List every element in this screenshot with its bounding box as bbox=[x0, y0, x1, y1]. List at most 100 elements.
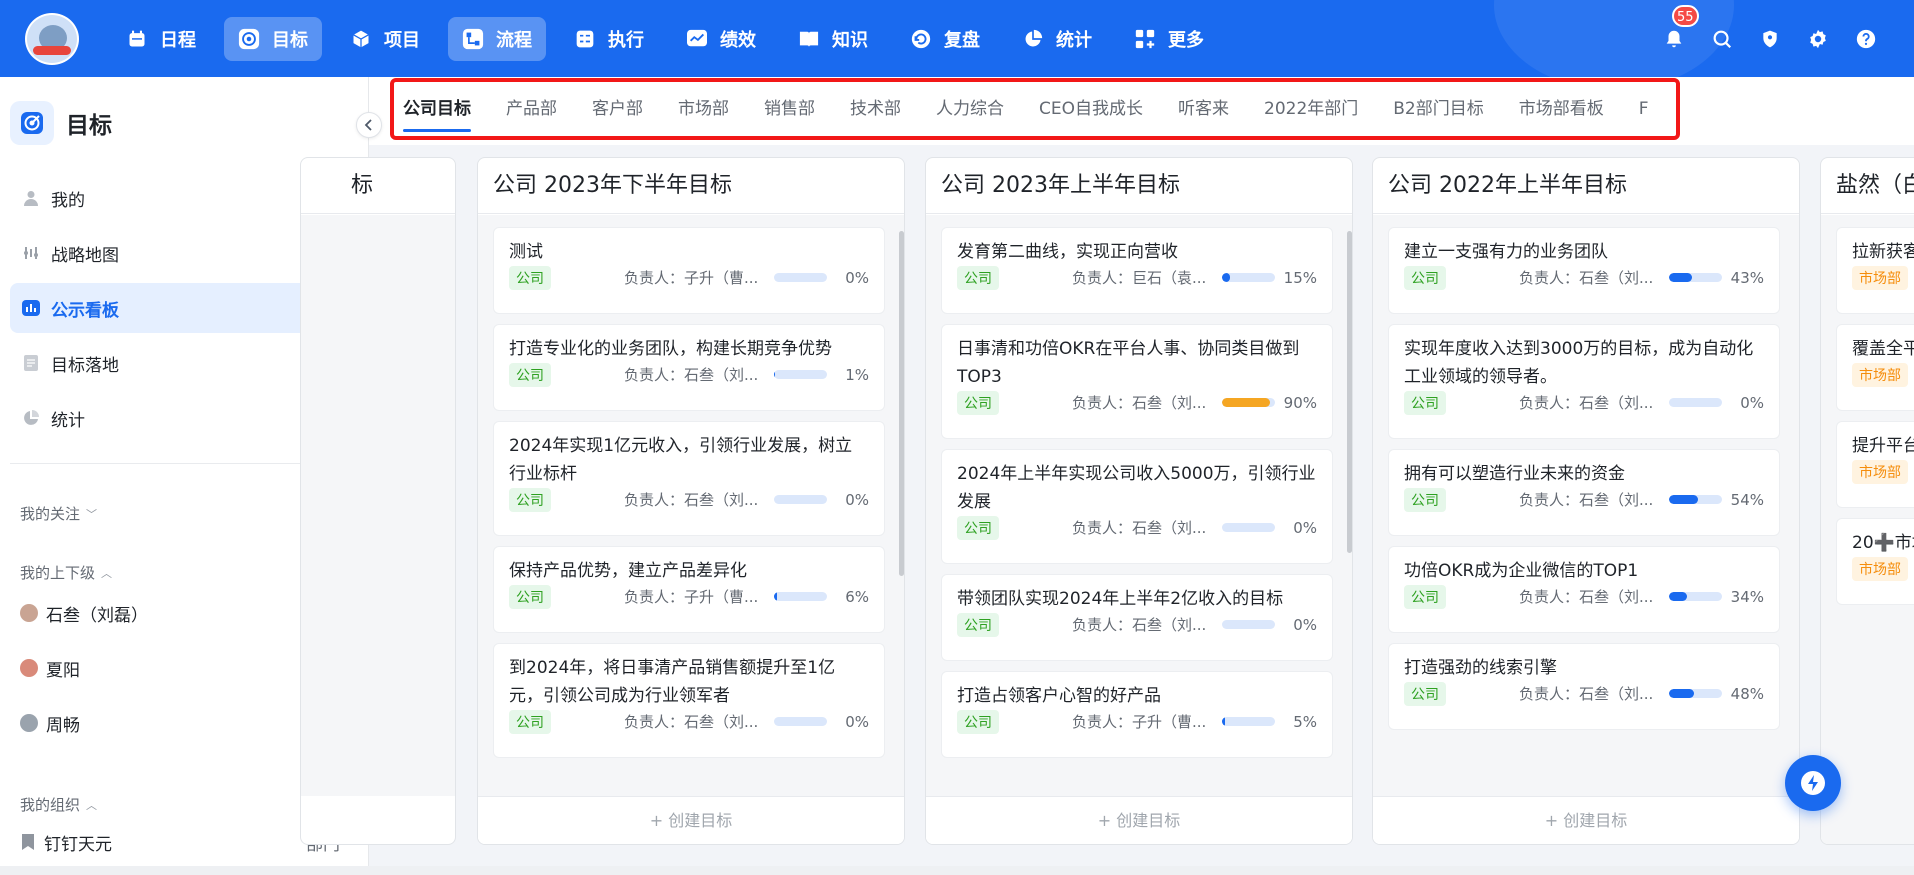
board-column: 公司 2023年上半年目标 发育第二曲线，实现正向营收 公司 负责人：巨石（袁... 1… bbox=[925, 157, 1353, 845]
nav-item-0[interactable]: 日程 bbox=[112, 17, 210, 61]
chevron-up-icon: ︿ bbox=[86, 798, 98, 812]
tab-2[interactable]: 客户部 bbox=[592, 82, 643, 136]
goal-card[interactable]: 带领团队实现2024年上半年2亿收入的目标 公司 负责人：石叁（刘... 0% bbox=[941, 574, 1333, 661]
shield-icon[interactable] bbox=[1758, 27, 1782, 51]
org-section[interactable]: 我的组织 ︿ bbox=[20, 794, 97, 815]
flow-icon bbox=[462, 28, 484, 50]
nav-item-label: 日程 bbox=[160, 29, 196, 51]
goal-progress-bar bbox=[1669, 273, 1722, 282]
nav-item-label: 绩效 bbox=[720, 29, 756, 51]
sidebar-collapse-button[interactable] bbox=[356, 112, 382, 138]
tab-11[interactable]: 市场部看板 bbox=[1519, 82, 1604, 136]
nav-item-9[interactable]: 更多 bbox=[1120, 17, 1218, 61]
column-scrollbar[interactable] bbox=[899, 231, 904, 576]
goal-progress-percent: 1% bbox=[845, 365, 869, 384]
goal-tag: 公司 bbox=[1404, 265, 1446, 290]
goal-progress-bar bbox=[1669, 398, 1722, 407]
person-item[interactable]: 夏阳下级 bbox=[20, 653, 340, 683]
goal-progress-bar bbox=[1669, 495, 1722, 504]
goal-meta: 市场部 bbox=[1837, 265, 1914, 302]
nav-item-2[interactable]: 项目 bbox=[336, 17, 434, 61]
nav-item-5[interactable]: 绩效 bbox=[672, 17, 770, 61]
nav-item-8[interactable]: 统计 bbox=[1008, 17, 1106, 61]
goal-card[interactable]: 打造占领客户心智的好产品 公司 负责人：子升（曹... 5% bbox=[941, 671, 1333, 758]
goal-progress-bar bbox=[774, 592, 827, 601]
tab-0[interactable]: 公司目标 bbox=[403, 82, 471, 136]
goal-card[interactable]: 拉新获客市场部 bbox=[1836, 227, 1914, 314]
goal-owner: 负责人：石叁（刘... bbox=[624, 713, 759, 731]
goal-title: 拉新获客 bbox=[1852, 242, 1914, 262]
tab-4[interactable]: 销售部 bbox=[764, 82, 815, 136]
goal-progress-bar bbox=[774, 370, 827, 379]
goal-progress-bar bbox=[1669, 689, 1722, 698]
goal-card[interactable]: 发育第二曲线，实现正向营收 公司 负责人：巨石（袁... 15% bbox=[941, 227, 1333, 314]
tab-7[interactable]: CEO自我成长 bbox=[1039, 82, 1143, 136]
tab-9[interactable]: 2022年部门 bbox=[1264, 82, 1358, 136]
goal-tag: 公司 bbox=[957, 612, 999, 637]
nav-item-7[interactable]: 复盘 bbox=[896, 17, 994, 61]
assistant-button[interactable] bbox=[1785, 755, 1841, 811]
sidebar-item-3[interactable]: 目标落地 bbox=[10, 338, 348, 388]
page-bottom-strip bbox=[0, 866, 1914, 875]
goal-card[interactable]: 2024年实现1亿元收入，引领行业发展，树立行业标杆 公司 负责人：石叁（刘... 0… bbox=[493, 421, 885, 536]
goal-tag: 公司 bbox=[957, 265, 999, 290]
column-scrollbar[interactable] bbox=[1347, 231, 1352, 553]
goal-card[interactable]: 建立一支强有力的业务团队 公司 负责人：石叁（刘... 43% bbox=[1388, 227, 1780, 314]
tab-5[interactable]: 技术部 bbox=[850, 82, 901, 136]
tab-12[interactable]: F bbox=[1639, 82, 1649, 136]
my-follow-section[interactable]: 我的关注 ﹀ bbox=[20, 503, 97, 524]
search-icon[interactable] bbox=[1710, 27, 1734, 51]
goal-title: 2024年上半年实现公司收入5000万，引领行业发展 bbox=[957, 464, 1316, 512]
goal-progress-bar bbox=[1222, 523, 1275, 532]
person-item[interactable]: 石叁（刘磊）上级 bbox=[20, 598, 340, 628]
goal-card[interactable]: 打造强劲的线索引擎 公司 负责人：石叁（刘... 48% bbox=[1388, 643, 1780, 730]
sidebar-item-4[interactable]: 统计 bbox=[10, 393, 348, 443]
goal-card[interactable]: 功倍OKR成为企业微信的TOP1 公司 负责人：石叁（刘... 34% bbox=[1388, 546, 1780, 633]
top-right-toolbar: 55 bbox=[1638, 0, 1878, 77]
goal-tag: 公司 bbox=[509, 265, 551, 290]
user-avatar-logo[interactable] bbox=[25, 13, 79, 65]
sidebar-item-0[interactable]: 我的 bbox=[10, 173, 348, 223]
tab-10[interactable]: B2部门目标 bbox=[1393, 82, 1483, 136]
goal-card[interactable]: 到2024年，将日事清产品销售额提升至1亿元，引领公司成为行业领军者 公司 负责人：… bbox=[493, 643, 885, 758]
sidebar-header: 目标 bbox=[10, 101, 112, 145]
person-item[interactable]: 周畅下级 bbox=[20, 708, 340, 738]
goal-card[interactable]: 2024年上半年实现公司收入5000万，引领行业发展 公司 负责人：石叁（刘... 0… bbox=[941, 449, 1333, 564]
goal-card[interactable]: 覆盖全平 市场部 bbox=[1836, 324, 1914, 411]
nav-item-label: 复盘 bbox=[944, 29, 980, 51]
sidebar-item-label: 统计 bbox=[51, 410, 85, 431]
tab-8[interactable]: 听客来 bbox=[1178, 82, 1229, 136]
goal-card[interactable]: 保持产品优势，建立产品差异化 公司 负责人：子升（曹... 6% bbox=[493, 546, 885, 633]
goal-owner: 负责人：石叁（刘... bbox=[1519, 394, 1654, 412]
gear-icon[interactable] bbox=[1806, 27, 1830, 51]
goal-card[interactable]: 20➕市场市场部 bbox=[1836, 518, 1914, 605]
sidebar-item-1[interactable]: 战略地图 bbox=[10, 228, 348, 278]
goal-card[interactable]: 提升平台 市场部 bbox=[1836, 421, 1914, 508]
org-item[interactable]: 钉钉天元 部门 bbox=[20, 827, 340, 857]
goal-card[interactable]: 实现年度收入达到3000万的目标，成为自动化工业领域的领导者。 公司 负责人：石叁（… bbox=[1388, 324, 1780, 439]
create-goal-button[interactable]: + 创建目标 bbox=[478, 796, 904, 844]
goal-progress-bar bbox=[1222, 398, 1275, 407]
goal-title: 打造强劲的线索引擎 bbox=[1404, 658, 1557, 678]
nav-item-1[interactable]: 目标 bbox=[224, 16, 322, 61]
nav-item-6[interactable]: 知识 bbox=[784, 17, 882, 61]
help-icon[interactable] bbox=[1854, 27, 1878, 51]
tab-6[interactable]: 人力综合 bbox=[936, 82, 1004, 136]
sidebar-item-2[interactable]: 公示看板 bbox=[10, 283, 348, 333]
create-goal-button[interactable]: + 创建目标 bbox=[926, 796, 1352, 844]
create-goal-button[interactable]: + 创建目标 bbox=[1373, 796, 1799, 844]
document-icon bbox=[22, 354, 40, 372]
hierarchy-section[interactable]: 我的上下级 ︿ bbox=[20, 562, 112, 583]
goal-card[interactable]: 测试 公司 负责人：子升（曹... 0% bbox=[493, 227, 885, 314]
goal-card[interactable]: 打造专业化的业务团队，构建长期竞争优势 公司 负责人：石叁（刘... 1% bbox=[493, 324, 885, 411]
bell-icon[interactable]: 55 bbox=[1662, 4, 1699, 51]
goal-card[interactable]: 拥有可以塑造行业未来的资金 公司 负责人：石叁（刘... 54% bbox=[1388, 449, 1780, 536]
nav-item-3[interactable]: 流程 bbox=[448, 16, 546, 61]
tab-1[interactable]: 产品部 bbox=[506, 82, 557, 136]
nav-item-4[interactable]: 执行 bbox=[560, 17, 658, 61]
goal-card[interactable]: 日事清和功倍OKR在平台人事、协同类目做到TOP3 公司 负责人：石叁（刘... 90… bbox=[941, 324, 1333, 439]
tab-3[interactable]: 市场部 bbox=[678, 82, 729, 136]
goal-tag: 公司 bbox=[509, 584, 551, 609]
goal-meta: 公司 负责人：石叁（刘... 0% bbox=[1389, 390, 1779, 427]
chevron-up-icon: ︿ bbox=[101, 566, 113, 580]
